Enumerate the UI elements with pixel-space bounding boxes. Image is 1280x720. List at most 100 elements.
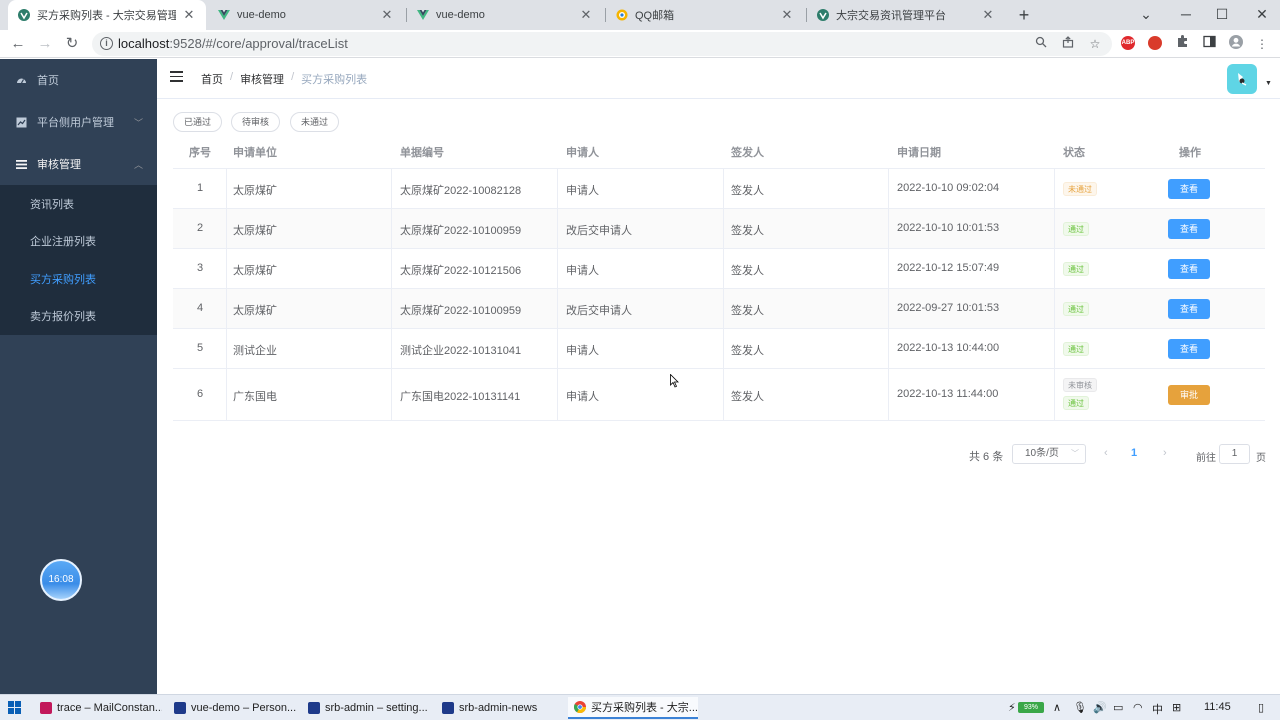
windows-start-icon[interactable] [8,701,21,714]
puzzle-icon[interactable] [1173,35,1191,53]
column-divider [888,169,889,421]
chevron-down-icon: ﹀ [133,118,143,128]
qq-mail-icon [616,9,628,21]
url-input[interactable]: i localhost:9528/#/core/approval/traceLi… [92,32,1112,56]
wifi-icon[interactable]: ◠ [1133,701,1143,714]
browser-tab[interactable]: QQ邮箱 ✕ [606,0,804,30]
taskbar-app[interactable]: 买方采购列表 - 大宗... [568,697,698,719]
cell-issuer: 签发人 [731,185,764,197]
volume-icon[interactable]: 🔊 [1093,701,1107,714]
hamburger-icon[interactable] [170,71,183,83]
battery-indicator[interactable]: 93% [1018,702,1044,713]
view-button[interactable]: 查看 [1168,179,1210,199]
close-window-icon[interactable]: ✕ [1244,0,1280,30]
taskbar-clock[interactable]: 11:45 [1204,701,1231,713]
new-tab-icon[interactable]: + [1013,4,1035,26]
microphone-icon[interactable]: 🎙 [1073,701,1087,714]
cell-applicant: 申请人 [566,265,599,277]
sidebar-subitem-seller-quote-list[interactable]: 卖方报价列表 [0,297,157,334]
back-icon[interactable]: ← [7,33,29,55]
share-icon[interactable] [1059,35,1077,53]
network-icon[interactable]: ▭ [1113,701,1123,714]
goto-label: 前往 [1196,453,1216,464]
more-vertical-icon[interactable]: ⋮ [1253,35,1271,53]
sidebar-item-approval[interactable]: 审核管理 ︿ [0,143,157,185]
cell-code: 太原煤矿2022-10100959 [400,225,522,237]
breadcrumb-approval[interactable]: 审核管理 [240,71,284,87]
minimize-icon[interactable]: ─ [1168,0,1204,30]
sidebar-item-platform-users[interactable]: 平台侧用户管理 ﹀ [0,101,157,143]
browser-tab[interactable]: 买方采购列表 - 大宗交易管理平台 ✕ [8,0,206,30]
avatar[interactable] [1227,64,1257,94]
zoom-icon[interactable] [1032,35,1050,53]
cell-issuer: 签发人 [731,225,764,237]
info-icon[interactable]: i [100,37,113,50]
chrome-icon [574,701,586,713]
maximize-icon[interactable]: ☐ [1204,0,1240,30]
sidebar-subitem-news-list[interactable]: 资讯列表 [0,185,157,222]
taskbar: trace – MailConstan... vue-demo – Person… [0,694,1280,720]
bookmark-star-icon[interactable]: ☆ [1086,35,1104,53]
close-icon[interactable]: ✕ [780,7,794,23]
dashboard-icon [16,75,27,86]
url-host: localhost [118,36,170,51]
page-number[interactable]: 1 [1131,447,1137,459]
caret-down-icon[interactable]: ▼ [1265,80,1272,87]
adblock-icon[interactable]: ABP [1121,36,1135,50]
column-header-date: 申请日期 [897,147,941,159]
browser-tab[interactable]: vue-demo ✕ [407,0,603,30]
view-button[interactable]: 查看 [1168,339,1210,359]
taskbar-app[interactable]: trace – MailConstan... [34,697,162,719]
filter-rejected-button[interactable]: 未通过 [290,112,340,132]
cell-issuer: 签发人 [731,345,764,357]
taskbar-app[interactable]: srb-admin-news [436,697,564,719]
intellij-icon [40,702,52,714]
filter-approved-button[interactable]: 已通过 [173,112,223,132]
profile-icon[interactable] [1227,35,1245,53]
tab-search-icon[interactable]: ⌄ [1128,0,1164,30]
table-row: 3 太原煤矿 太原煤矿2022-10121506 申请人 签发人 2022-10… [173,249,1265,289]
pocket-icon[interactable] [1148,36,1162,50]
browser-tab[interactable]: vue-demo ✕ [208,0,404,30]
cell-unit: 太原煤矿 [233,265,277,277]
taskbar-app[interactable]: srb-admin – setting... [302,697,430,719]
table-row: 6 广东国电 广东国电2022-10131141 申请人 签发人 2022-10… [173,369,1265,421]
cell-date: 2022-10-13 10:44:00 [897,342,1000,354]
forward-icon[interactable]: → [34,33,56,55]
goto-page-input[interactable]: 1 [1219,444,1250,464]
reload-icon[interactable]: ↻ [61,33,83,55]
column-header-applicant: 申请人 [566,147,599,159]
view-button[interactable]: 查看 [1168,219,1210,239]
status-badge: 通过 [1063,262,1089,276]
cell-applicant: 改后交申请人 [566,225,632,237]
filter-pending-button[interactable]: 待审核 [231,112,281,132]
close-icon[interactable]: ✕ [380,7,394,23]
cell-index: 2 [197,222,204,234]
close-icon[interactable]: ✕ [579,7,593,23]
floating-clock-widget[interactable]: 16:08 [40,559,82,601]
close-icon[interactable]: ✕ [981,7,995,23]
page-size-select[interactable]: 10条/页 ﹀ [1012,444,1086,464]
sidepanel-icon[interactable] [1200,35,1218,53]
view-button[interactable]: 查看 [1168,299,1210,319]
view-button[interactable]: 查看 [1168,259,1210,279]
taskbar-app[interactable]: vue-demo – Person... [168,697,296,719]
notification-icon[interactable]: ▯ [1258,701,1264,714]
prev-page-icon[interactable]: ‹ [1104,447,1108,459]
browser-tab[interactable]: 大宗交易资讯管理平台 ✕ [807,0,1005,30]
column-divider [557,169,558,421]
sidebar-item-label: 平台侧用户管理 [37,117,114,129]
keyboard-icon[interactable]: ⊞ [1172,701,1181,714]
chevron-up-icon[interactable]: ∧ [1053,701,1061,714]
sidebar-subitem-company-register-list[interactable]: 企业注册列表 [0,222,157,259]
next-page-icon[interactable]: › [1163,447,1167,459]
approve-button[interactable]: 审批 [1168,385,1210,405]
sidebar-subitem-buyer-purchase-list[interactable]: 买方采购列表 [0,260,157,297]
column-divider [391,169,392,421]
cell-applicant: 申请人 [566,345,599,357]
breadcrumb-home[interactable]: 首页 [201,71,223,87]
sidebar-item-home[interactable]: 首页 [0,59,157,101]
ime-indicator[interactable]: 中 [1152,701,1163,717]
power-icon[interactable]: ⚡ [1008,701,1016,714]
close-icon[interactable]: ✕ [182,7,196,23]
